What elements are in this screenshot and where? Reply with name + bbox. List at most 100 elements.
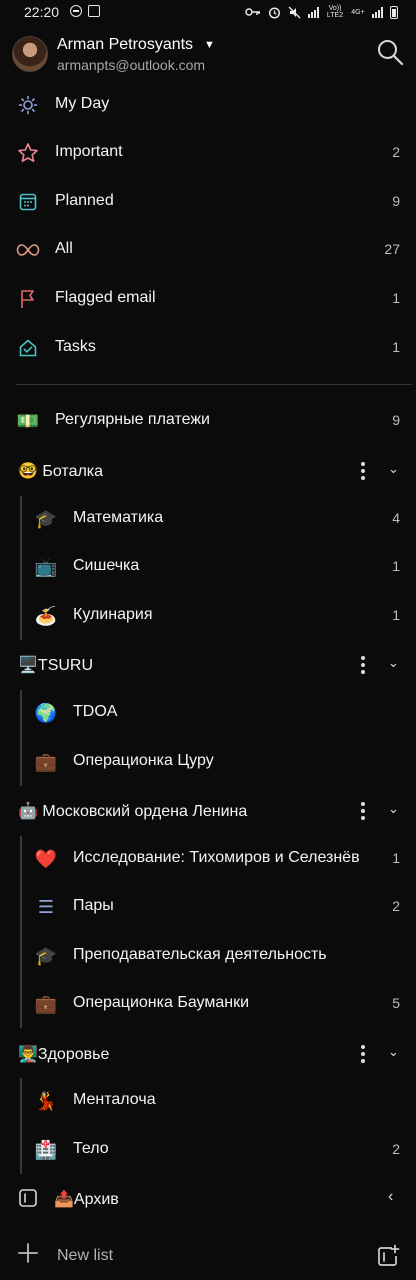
signal-icon-2	[372, 6, 383, 18]
smart-list-count: 1	[392, 339, 400, 355]
list-item[interactable]: 🍝 Кулинария 1	[0, 592, 416, 640]
alarm-icon	[268, 6, 281, 19]
chevron-down-icon[interactable]: ⌄	[388, 461, 399, 477]
smart-list-flagged-email[interactable]: Flagged email 1	[0, 275, 416, 323]
calendar-icon	[16, 190, 40, 214]
footer: New list	[0, 1232, 416, 1280]
list-label: Операционка Цуру	[73, 752, 214, 769]
list-label: Менталоча	[73, 1091, 156, 1108]
smart-list-count: 1	[392, 290, 400, 306]
list-count: 2	[392, 1141, 400, 1157]
group-title: 🤓 Боталка	[18, 463, 104, 480]
group-header[interactable]: 🤓 Боталка ⌄	[0, 447, 416, 495]
smart-list-important[interactable]: Important 2	[0, 129, 416, 177]
list-item[interactable]: 🏥 Тело 2	[0, 1126, 416, 1174]
account-email: armanpts@outlook.com	[57, 57, 206, 73]
group-header[interactable]: 👨‍🏫Здоровье ⌄	[0, 1030, 416, 1078]
list-item[interactable]: 💃 Менталоча	[0, 1077, 416, 1125]
graduation-cap-icon: 🎓	[34, 945, 58, 966]
chevron-left-icon[interactable]: ‹	[388, 1188, 393, 1206]
globe-icon: 🌍	[34, 702, 58, 723]
group-title: 🖥️TSURU	[18, 657, 94, 674]
smart-list-tasks[interactable]: Tasks 1	[0, 324, 416, 372]
bullet-list-icon: ☰	[37, 896, 55, 917]
briefcase-icon: 💼	[34, 993, 58, 1014]
list-label: Операционка Бауманки	[73, 994, 250, 1011]
money-icon: 💵	[16, 410, 40, 431]
chevron-down-icon[interactable]: ⌄	[388, 655, 399, 671]
house-check-icon	[16, 336, 40, 360]
infinity-icon	[16, 238, 40, 262]
group-icon	[19, 1189, 37, 1207]
smart-list-count: 27	[384, 241, 400, 257]
search-icon[interactable]	[376, 38, 404, 66]
account-name[interactable]: Arman Petrosyants	[57, 36, 193, 54]
status-time: 22:20	[24, 4, 60, 20]
minus-circle-icon	[70, 5, 82, 17]
list-item[interactable]: 💵 Регулярные платежи 9	[0, 397, 416, 445]
chevron-down-icon[interactable]: ⌄	[388, 801, 399, 817]
list-count: 4	[392, 510, 400, 526]
signal-icon	[308, 6, 319, 18]
smart-list-label: Planned	[55, 192, 114, 209]
list-count: 1	[392, 607, 400, 623]
list-label: Тело	[73, 1140, 109, 1157]
list-item[interactable]: 🎓 Математика 4	[0, 495, 416, 543]
list-item[interactable]: 🎓 Преподавательская деятельность	[0, 932, 416, 980]
list-label: Сишечка	[73, 557, 140, 574]
list-count: 9	[392, 412, 400, 428]
sun-icon	[16, 93, 40, 117]
list-label: Кулинария	[73, 606, 153, 623]
group-header-archive[interactable]: 📤Архив ‹	[0, 1175, 416, 1223]
list-item[interactable]: 📺 Сишечка 1	[0, 543, 416, 591]
smart-list-all[interactable]: All 27	[0, 226, 416, 274]
list-label: Исследование: Тихомиров и Селезнёв	[73, 849, 360, 866]
smart-list-my-day[interactable]: My Day	[0, 81, 416, 129]
graduation-cap-icon: 🎓	[34, 508, 58, 529]
group-title: 🤖 Московский ордена Ленина	[18, 803, 248, 820]
gallery-icon	[88, 5, 100, 17]
list-label: Пары	[73, 897, 114, 914]
group-title: 👨‍🏫Здоровье	[18, 1046, 110, 1063]
list-item[interactable]: 🌍 TDOA	[0, 689, 416, 737]
more-options-icon[interactable]	[356, 799, 370, 821]
smart-list-label: All	[55, 240, 73, 257]
add-group-icon[interactable]	[376, 1244, 400, 1268]
divider	[16, 384, 412, 385]
smart-list-label: Important	[55, 143, 123, 160]
list-item[interactable]: ❤️ Исследование: Тихомиров и Селезнёв 1	[0, 835, 416, 883]
plus-icon[interactable]	[17, 1242, 39, 1264]
tv-icon: 📺	[34, 556, 58, 577]
smart-list-label: My Day	[55, 95, 110, 112]
smart-list-planned[interactable]: Planned 9	[0, 178, 416, 226]
list-item[interactable]: 💼 Операционка Цуру	[0, 738, 416, 786]
smart-list-count: 2	[392, 144, 400, 160]
group-header[interactable]: 🖥️TSURU ⌄	[0, 641, 416, 689]
new-list-button[interactable]: New list	[57, 1247, 113, 1265]
chevron-down-icon[interactable]: ⌄	[388, 1044, 399, 1060]
chevron-down-icon[interactable]: ▼	[204, 39, 215, 51]
smart-list-label: Tasks	[55, 338, 96, 355]
hospital-icon: 🏥	[34, 1139, 58, 1160]
more-options-icon[interactable]	[356, 459, 370, 481]
dancer-icon: 💃	[34, 1090, 58, 1111]
group-title: 📤Архив	[54, 1191, 119, 1208]
more-options-icon[interactable]	[356, 653, 370, 675]
smart-list-count: 9	[392, 193, 400, 209]
list-label: TDOA	[73, 703, 118, 720]
avatar[interactable]	[12, 36, 48, 72]
more-options-icon[interactable]	[356, 1042, 370, 1064]
list-count: 1	[392, 850, 400, 866]
mute-icon	[288, 6, 301, 18]
account-header[interactable]: Arman Petrosyants ▼ armanpts@outlook.com	[0, 30, 416, 78]
key-icon	[245, 8, 260, 16]
group-header[interactable]: 🤖 Московский ордена Ленина ⌄	[0, 787, 416, 835]
list-item[interactable]: 💼 Операционка Бауманки 5	[0, 980, 416, 1028]
star-icon	[16, 141, 40, 165]
list-label: Математика	[73, 509, 164, 526]
list-count: 5	[392, 995, 400, 1011]
list-label: Преподавательская деятельность	[73, 946, 327, 963]
list-item[interactable]: ☰ Пары 2	[0, 883, 416, 931]
list-label: Регулярные платежи	[55, 411, 210, 428]
flag-icon	[16, 287, 40, 311]
